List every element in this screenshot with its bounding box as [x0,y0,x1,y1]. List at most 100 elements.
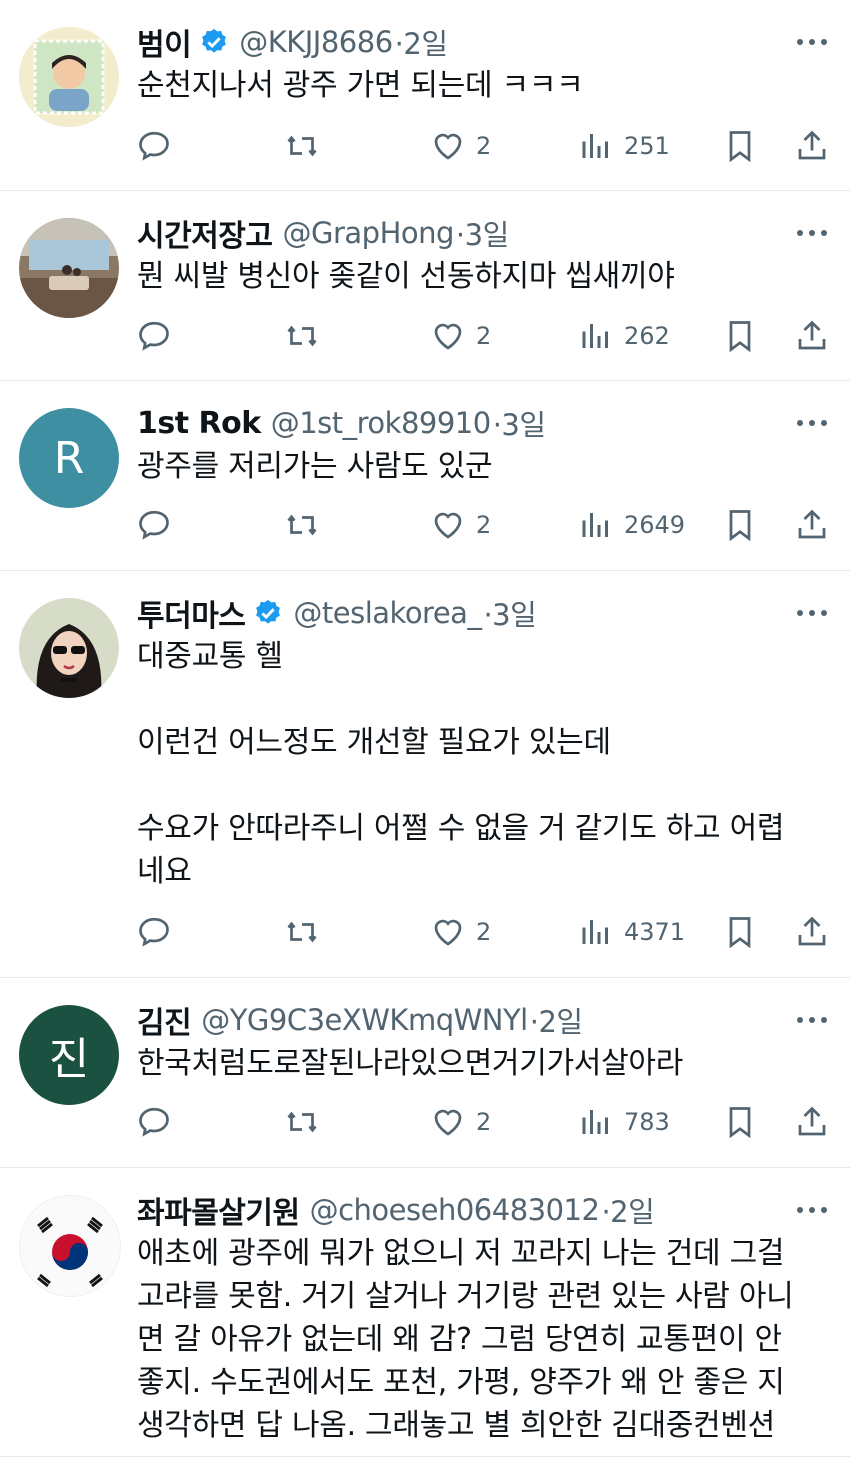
share-icon [798,509,826,539]
avatar-initial: 진 [48,1034,90,1085]
retweet-button[interactable] [284,318,320,354]
display-name[interactable]: 투더마스 [137,591,246,635]
more-options-icon[interactable] [794,401,830,445]
like-button[interactable]: 2 [430,318,491,354]
views-button[interactable]: 251 [578,128,670,164]
avatar[interactable]: 진 [19,1005,119,1105]
more-options-icon[interactable] [794,1188,830,1232]
avatar[interactable] [19,27,119,127]
share-button[interactable] [794,128,830,164]
verified-badge-icon [256,599,281,624]
views-button[interactable]: 262 [578,318,670,354]
views-button[interactable]: 783 [578,1104,670,1140]
reply-button[interactable] [136,1104,172,1140]
timestamp[interactable]: ·3일 [456,212,509,254]
handle[interactable]: @1st_rok89910 [271,406,492,440]
tweet[interactable]: 범이 @KKJJ8686 ·2일 순천지나서 광주 가면 되는데 ㅋㅋㅋ 2 2… [0,0,850,191]
share-icon [798,320,826,350]
more-options-icon[interactable] [794,591,830,635]
timestamp[interactable]: ·2일 [601,1189,654,1231]
handle[interactable]: @KKJJ8686 [239,25,393,59]
retweet-button[interactable] [284,1104,320,1140]
view-count: 262 [624,322,670,350]
bookmark-icon [729,1107,751,1139]
bookmark-button[interactable] [722,914,758,950]
share-button[interactable] [794,914,830,950]
tweet-text-line: 고랴를 못함. 거기 살거나 거기랑 관련 있는 사람 아니 [137,1279,794,1314]
display-name[interactable]: 1st Rok [137,406,261,441]
retweet-icon [287,514,317,536]
views-button[interactable]: 2649 [578,507,685,543]
tweet-text-line: 이런건 어느정도 개선할 필요가 있는데 [137,725,611,760]
like-button[interactable]: 2 [430,914,491,950]
reply-button[interactable] [136,128,172,164]
reply-icon [139,321,169,351]
share-button[interactable] [794,1104,830,1140]
tweet-text-line: 순천지나서 광주 가면 되는데 ㅋㅋㅋ [137,68,584,103]
handle[interactable]: @teslakorea_ [293,596,482,630]
display-name[interactable]: 김진 [137,998,192,1042]
tweet-text-line: 수요가 안따라주니 어쩔 수 없을 거 같기도 하고 어렵 [137,811,785,846]
share-button[interactable] [794,507,830,543]
tweet[interactable]: 시간저장고 @GrapHong ·3일 뭔 씨발 병신아 좆같이 선동하지마 씹… [0,191,850,381]
bookmark-button[interactable] [722,1104,758,1140]
tweet[interactable]: 좌파몰살기원 @choeseh06483012 ·2일 애초에 광주에 뭐가 없… [0,1168,850,1457]
bookmark-button[interactable] [722,507,758,543]
tweet-text: 순천지나서 광주 가면 되는데 ㅋㅋㅋ [137,64,830,107]
tweet-text: 대중교통 헬 이런건 어느정도 개선할 필요가 있는데 수요가 안따라주니 어쩔… [137,635,830,893]
tweet-text: 애초에 광주에 뭐가 없으니 저 꼬라지 나는 건데 그걸 고랴를 못함. 거기… [137,1232,830,1447]
handle[interactable]: @GrapHong [283,216,455,250]
reply-button[interactable] [136,318,172,354]
bookmark-icon [729,321,751,353]
tweet-text-line: 면 갈 아유가 없는데 왜 감? 그럼 당연히 교통편이 안 [137,1322,782,1357]
like-button[interactable]: 2 [430,128,491,164]
like-count: 2 [476,511,492,539]
reply-button[interactable] [136,914,172,950]
heart-icon [434,1109,462,1136]
bookmark-button[interactable] [722,318,758,354]
tweet-text-line: 네요 [137,854,192,889]
share-button[interactable] [794,318,830,354]
timestamp[interactable]: ·3일 [493,402,546,444]
analytics-icon [582,920,608,944]
reply-button[interactable] [136,507,172,543]
retweet-button[interactable] [284,128,320,164]
like-button[interactable]: 2 [430,507,491,543]
bookmark-button[interactable] [722,128,758,164]
more-options-icon[interactable] [794,20,830,64]
handle[interactable]: @YG9C3eXWKmqWNYl [201,1003,528,1037]
avatar[interactable]: R [19,408,119,508]
tweet-text-line: 광주를 저리가는 사람도 있군 [137,449,493,484]
more-options-icon[interactable] [794,211,830,255]
bookmark-icon [729,510,751,542]
like-count: 2 [476,132,492,160]
heart-icon [434,133,462,160]
display-name[interactable]: 좌파몰살기원 [137,1188,300,1232]
like-button[interactable]: 2 [430,1104,491,1140]
retweet-button[interactable] [284,914,320,950]
timestamp[interactable]: ·2일 [530,999,583,1041]
bookmark-icon [729,131,751,163]
tweet[interactable]: R 1st Rok @1st_rok89910 ·3일 광주를 저리가는 사람도… [0,381,850,571]
heart-icon [434,919,462,946]
retweet-button[interactable] [284,507,320,543]
tweet[interactable]: 진 김진 @YG9C3eXWKmqWNYl ·2일 한국처럼도로잘된나라있으면거… [0,978,850,1168]
tweet-text-line: 좋지. 수도권에서도 포천, 가평, 양주가 왜 안 좋은 지 [137,1365,785,1400]
display-name[interactable]: 범이 [137,20,192,64]
handle[interactable]: @choeseh06483012 [310,1193,600,1227]
views-button[interactable]: 4371 [578,914,685,950]
reply-icon [139,917,169,947]
timestamp[interactable]: ·3일 [483,592,536,634]
tweet-text-line: 대중교통 헬 [137,639,283,674]
avatar[interactable] [19,1195,121,1297]
heart-icon [434,323,462,350]
analytics-icon [582,513,608,537]
tweet[interactable]: 투더마스 @teslakorea_ ·3일 대중교통 헬 이런건 어느정도 개선… [0,571,850,978]
avatar[interactable] [19,218,119,318]
more-options-icon[interactable] [794,998,830,1042]
avatar[interactable] [19,598,119,698]
display-name[interactable]: 시간저장고 [137,211,273,255]
bookmark-icon [729,917,751,949]
timestamp[interactable]: ·2일 [395,21,448,63]
